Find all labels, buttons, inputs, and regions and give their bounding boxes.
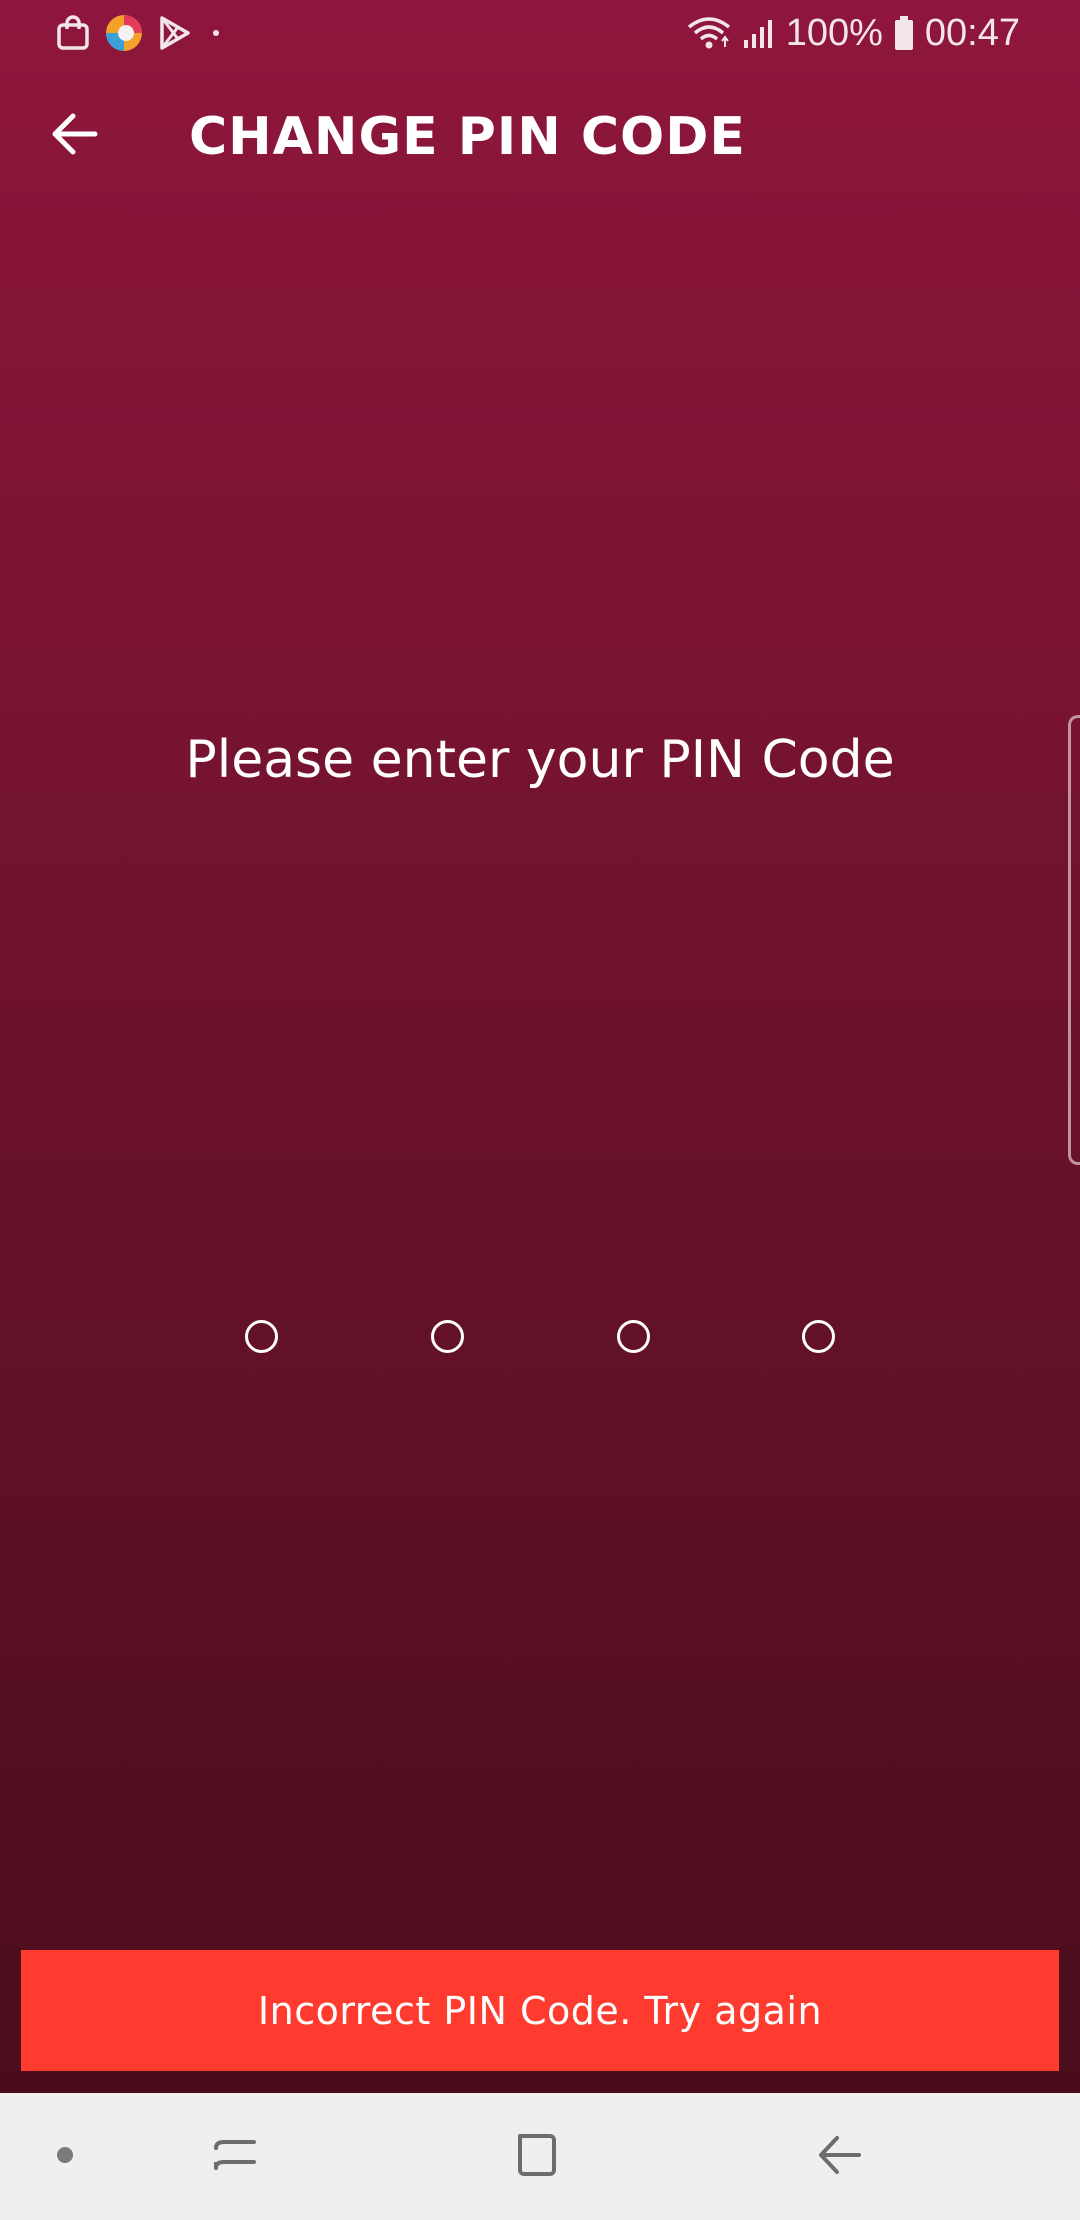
battery-icon bbox=[893, 15, 915, 51]
dot-icon bbox=[55, 2145, 75, 2169]
back-icon bbox=[813, 2132, 863, 2182]
battery-percent: 100% bbox=[785, 11, 883, 54]
arrow-left-icon bbox=[49, 112, 99, 160]
status-bar-system: 100% 00:47 bbox=[686, 10, 1020, 56]
back-button[interactable] bbox=[38, 100, 110, 172]
toolbar: CHANGE PIN CODE bbox=[0, 70, 1080, 210]
clock: 00:47 bbox=[924, 11, 1020, 54]
navigation-bar bbox=[0, 2093, 1080, 2220]
edge-panel-handle[interactable] bbox=[1068, 715, 1080, 1165]
wifi-icon bbox=[686, 15, 732, 51]
pin-dot-1 bbox=[245, 1320, 278, 1353]
pin-prompt: Please enter your PIN Code bbox=[185, 730, 895, 790]
page-title: CHANGE PIN CODE bbox=[189, 107, 746, 167]
app-screen: 100% 00:47 CHANGE PIN CODE Please enter … bbox=[0, 0, 1080, 2093]
pin-dot-3 bbox=[617, 1320, 650, 1353]
signal-icon bbox=[742, 16, 776, 50]
notification-dot-icon bbox=[206, 23, 226, 43]
error-message: Incorrect PIN Code. Try again bbox=[257, 1988, 823, 2033]
home-icon bbox=[510, 2130, 560, 2184]
recents-button[interactable] bbox=[190, 2093, 280, 2220]
browser-app-icon bbox=[104, 13, 144, 53]
status-bar-notifications bbox=[56, 12, 226, 54]
pin-dot-2 bbox=[431, 1320, 464, 1353]
recents-icon bbox=[210, 2132, 260, 2182]
play-store-icon bbox=[158, 15, 192, 51]
error-toast: Incorrect PIN Code. Try again bbox=[21, 1950, 1059, 2071]
status-bar: 100% 00:47 bbox=[0, 0, 1080, 66]
pin-dot-4 bbox=[802, 1320, 835, 1353]
home-button[interactable] bbox=[490, 2093, 580, 2220]
shopping-bag-icon bbox=[56, 15, 90, 51]
pin-indicator bbox=[0, 1320, 1080, 1354]
nav-dot-button[interactable] bbox=[30, 2093, 100, 2220]
system-back-button[interactable] bbox=[793, 2093, 883, 2220]
